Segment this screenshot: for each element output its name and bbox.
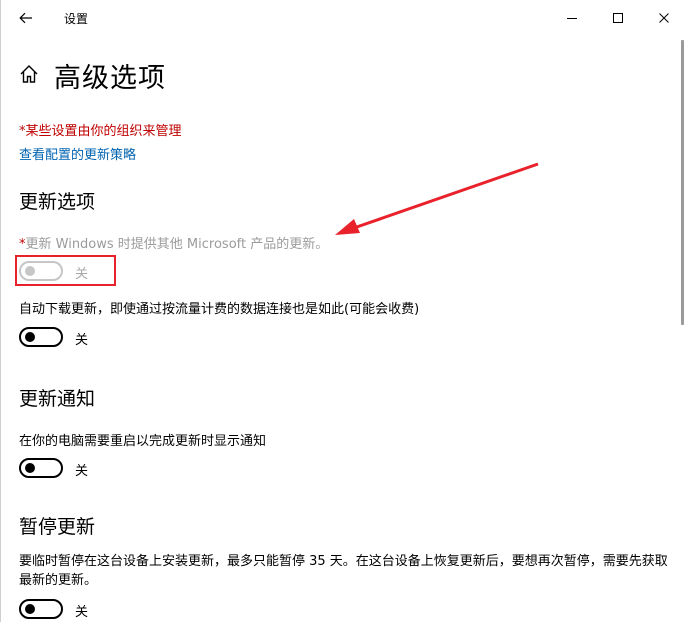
pause-updates-state: 关 bbox=[75, 605, 89, 620]
page-title: 高级选项 bbox=[54, 63, 166, 94]
metered-download-desc: 自动下载更新，即使通过按流量计费的数据连接也是如此(可能会收费) bbox=[19, 302, 420, 317]
maximize-icon bbox=[613, 13, 623, 23]
highlight-box-annotation bbox=[15, 255, 116, 286]
window-title: 设置 bbox=[64, 12, 89, 26]
toggle-knob bbox=[25, 332, 35, 342]
pause-updates-desc: 要临时暂停在这台设备上安装更新，最多只能暂停 35 天。在这台设备上恢复更新后，… bbox=[19, 554, 668, 588]
back-button[interactable] bbox=[13, 6, 39, 30]
view-configured-policies-link[interactable]: 查看配置的更新策略 bbox=[19, 144, 136, 163]
toggle-knob bbox=[25, 604, 35, 614]
restart-notification-toggle[interactable] bbox=[19, 458, 63, 478]
section-heading-pause-updates: 暂停更新 bbox=[19, 516, 96, 538]
pause-updates-toggle[interactable] bbox=[19, 599, 63, 619]
other-products-update-text: 更新 Windows 时提供其他 Microsoft 产品的更新。 bbox=[25, 237, 329, 252]
back-arrow-icon bbox=[19, 12, 32, 24]
vertical-scrollbar[interactable] bbox=[681, 40, 684, 325]
toggle-knob bbox=[25, 463, 35, 473]
managed-by-org-notice: *某些设置由你的组织来管理 bbox=[19, 124, 182, 139]
other-products-update-desc: *更新 Windows 时提供其他 Microsoft 产品的更新。 bbox=[19, 233, 328, 252]
restart-notification-state: 关 bbox=[75, 464, 89, 479]
section-heading-update-notifications: 更新通知 bbox=[19, 388, 96, 410]
title-bar: 设置 bbox=[1, 0, 686, 36]
minimize-button[interactable] bbox=[549, 0, 595, 36]
close-button[interactable] bbox=[641, 0, 686, 36]
maximize-button[interactable] bbox=[595, 0, 641, 36]
settings-window: 设置 高级选项 *某些设置由你的组织来管理 查看配置的更新策略 更新选项 *更新… bbox=[0, 0, 686, 622]
home-icon bbox=[20, 65, 38, 83]
minimize-icon bbox=[567, 18, 577, 19]
close-icon bbox=[659, 13, 669, 23]
restart-notification-desc: 在你的电脑需要重启以完成更新时显示通知 bbox=[19, 434, 267, 449]
section-heading-update-options: 更新选项 bbox=[19, 191, 96, 213]
metered-download-state: 关 bbox=[75, 333, 89, 348]
metered-download-toggle[interactable] bbox=[19, 327, 63, 347]
home-button[interactable] bbox=[18, 63, 40, 85]
